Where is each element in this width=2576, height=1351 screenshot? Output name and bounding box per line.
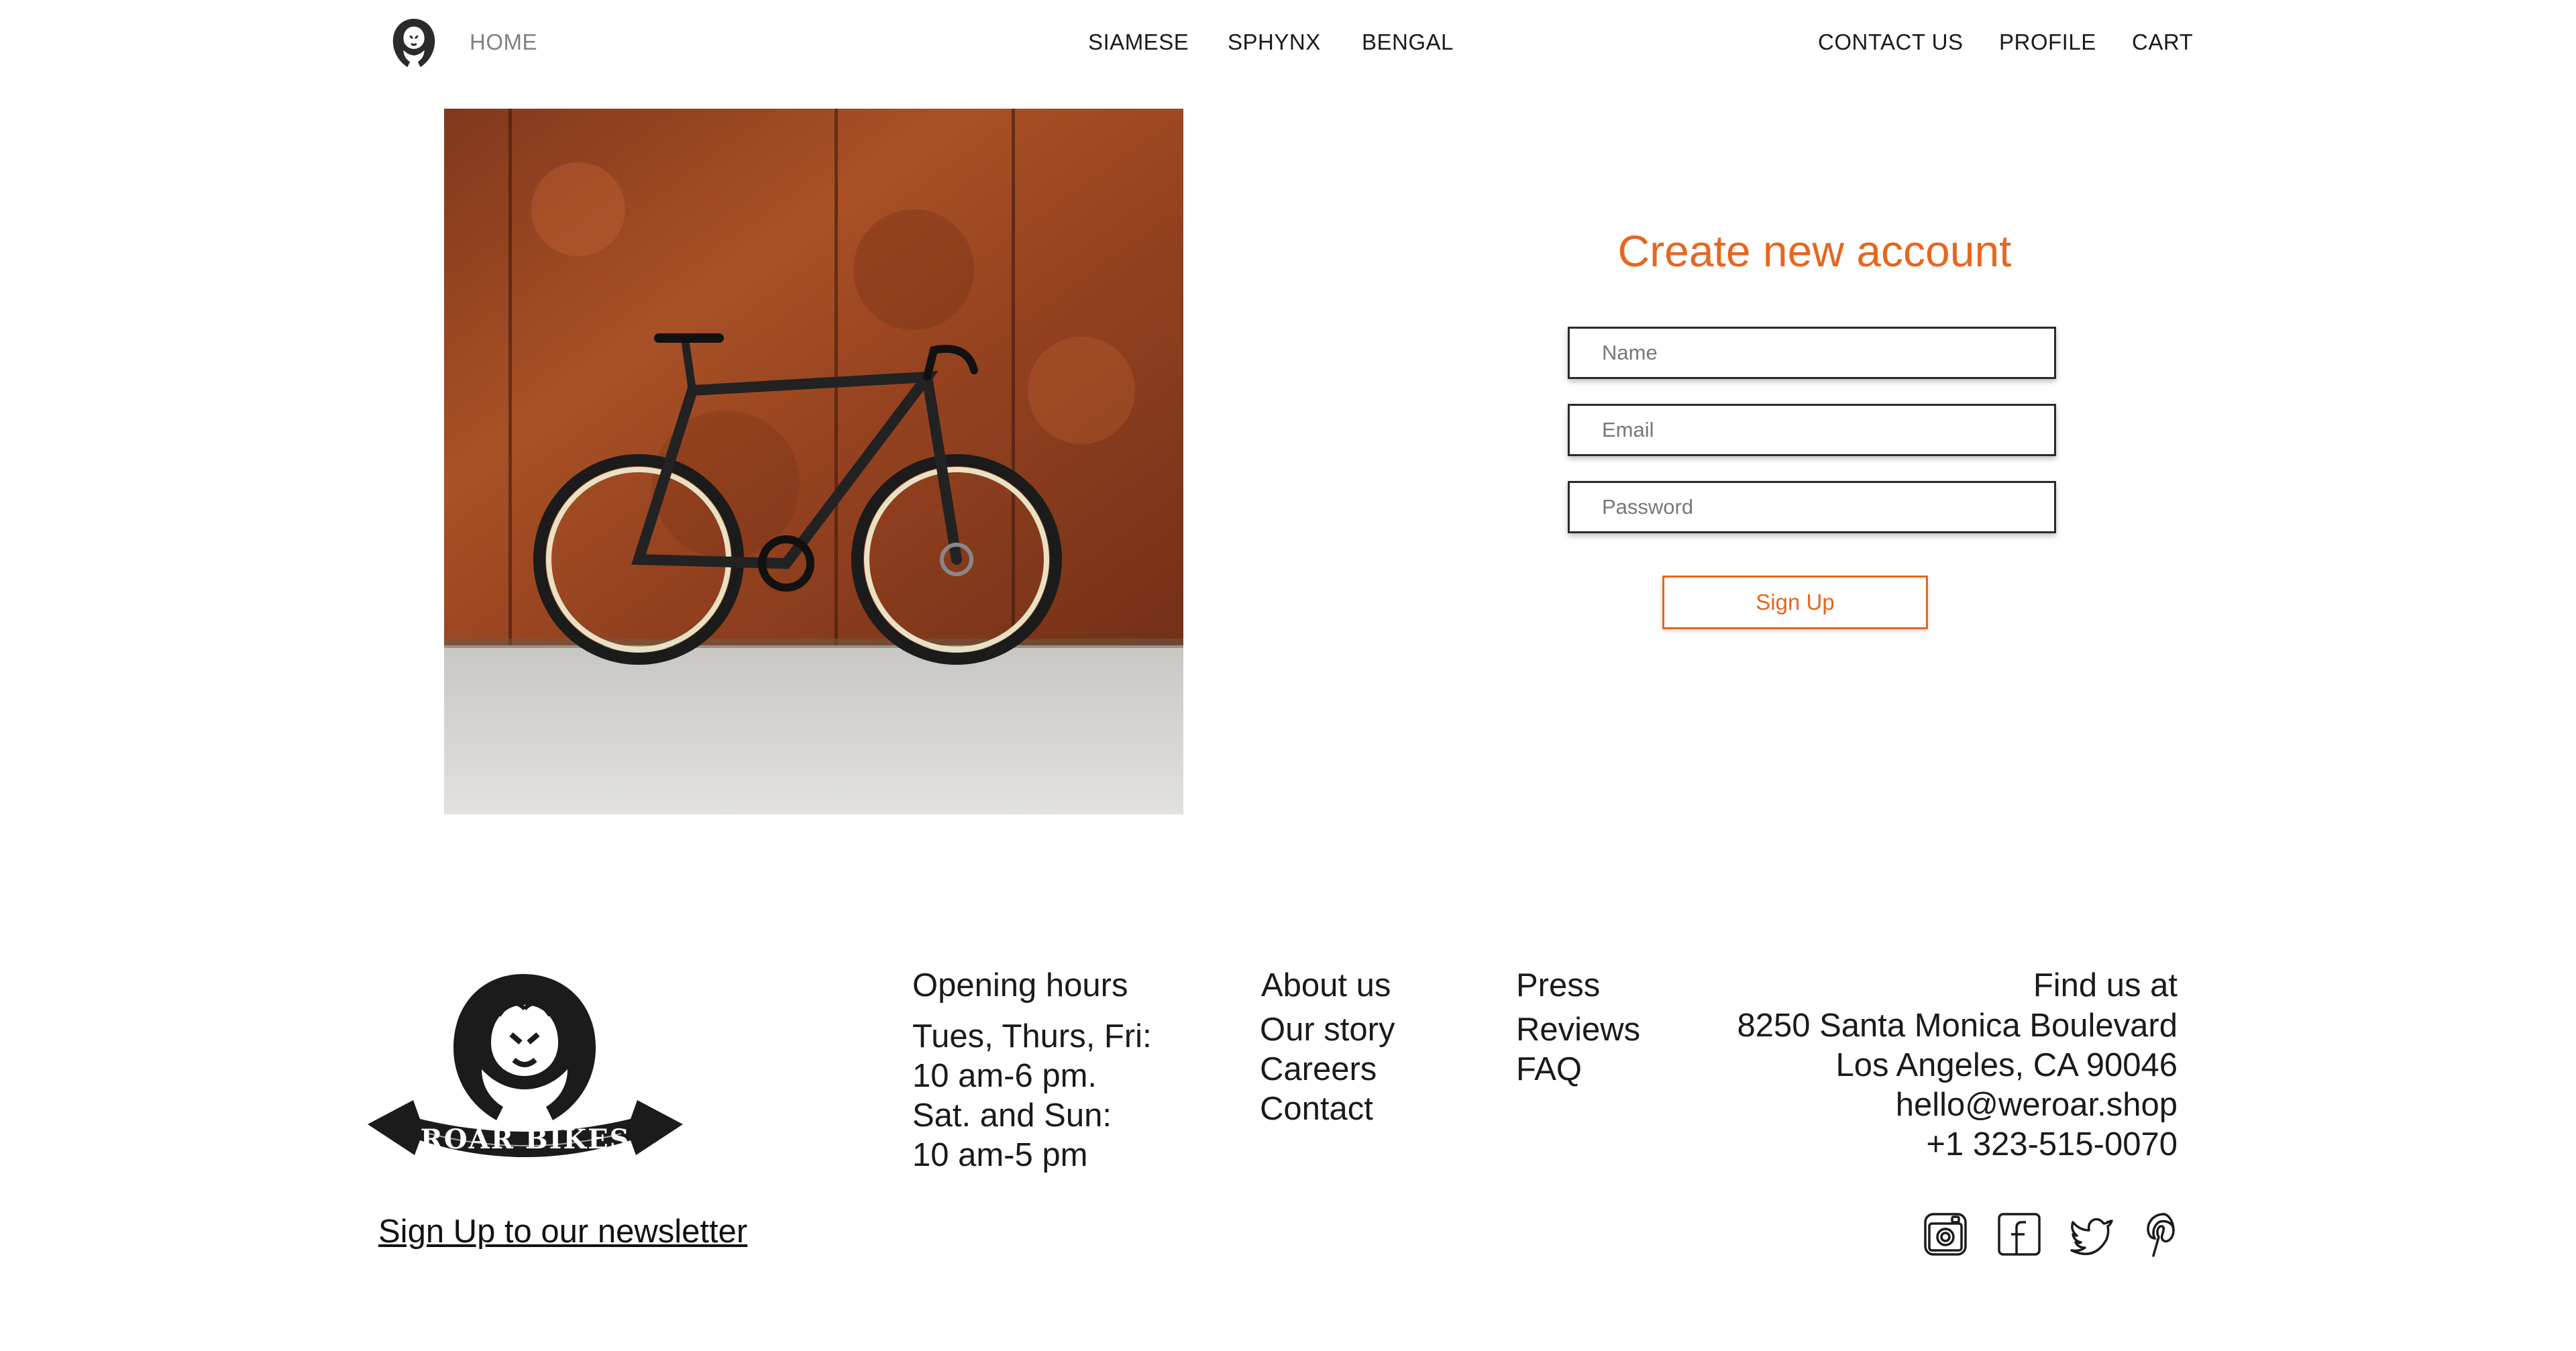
opening-hours-line: 10 am-6 pm. [912, 1058, 1097, 1094]
brand-banner-text: ROAR BIKES [421, 1124, 631, 1155]
nav-contact-us[interactable]: CONTACT US [1818, 30, 1963, 55]
nav-profile[interactable]: PROFILE [1999, 30, 2096, 55]
roar-bikes-logo: ROAR BIKES [365, 969, 686, 1178]
newsletter-signup-link[interactable]: Sign Up to our newsletter [378, 1213, 747, 1250]
sign-up-button[interactable]: Sign Up [1662, 576, 1928, 629]
footer-link-faq[interactable]: FAQ [1516, 1050, 1582, 1089]
contact-email[interactable]: hello@weroar.shop [1896, 1085, 2178, 1125]
twitter-icon[interactable] [2068, 1210, 2116, 1258]
nav-cart[interactable]: CART [2132, 30, 2193, 55]
footer-link-our-story[interactable]: Our story [1260, 1010, 1395, 1050]
email-input[interactable] [1568, 404, 2056, 456]
lion-logo-icon[interactable] [388, 16, 440, 72]
address-street: 8250 Santa Monica Boulevard [1737, 1008, 2178, 1044]
opening-hours-heading: Opening hours [912, 967, 1128, 1004]
pinterest-icon[interactable] [2140, 1210, 2188, 1258]
nav-siamese[interactable]: SIAMESE [1088, 30, 1189, 55]
hero-bike-image [444, 109, 1183, 814]
facebook-icon[interactable] [1995, 1210, 2043, 1258]
footer-link-contact[interactable]: Contact [1260, 1089, 1373, 1129]
opening-hours-line: Sat. and Sun: [912, 1097, 1112, 1134]
nav-bengal[interactable]: BENGAL [1362, 30, 1454, 55]
create-account-title: Create new account [1617, 226, 2012, 276]
opening-hours-line: 10 am-5 pm [912, 1137, 1088, 1173]
contact-phone[interactable]: +1 323-515-0070 [1926, 1125, 2178, 1165]
address-city: Los Angeles, CA 90046 [1835, 1047, 2178, 1083]
name-input[interactable] [1568, 327, 2056, 379]
footer-link-about-us[interactable]: About us [1261, 966, 1391, 1006]
instagram-icon[interactable] [1921, 1210, 1970, 1258]
footer-link-press[interactable]: Press [1516, 966, 1600, 1006]
nav-sphynx[interactable]: SPHYNX [1228, 30, 1321, 55]
password-input[interactable] [1568, 481, 2056, 533]
nav-home[interactable]: HOME [470, 30, 537, 55]
footer-link-reviews[interactable]: Reviews [1516, 1010, 1640, 1050]
find-us-heading: Find us at [2033, 967, 2178, 1004]
footer-link-careers[interactable]: Careers [1260, 1050, 1377, 1089]
opening-hours-line: Tues, Thurs, Fri: [912, 1018, 1152, 1055]
